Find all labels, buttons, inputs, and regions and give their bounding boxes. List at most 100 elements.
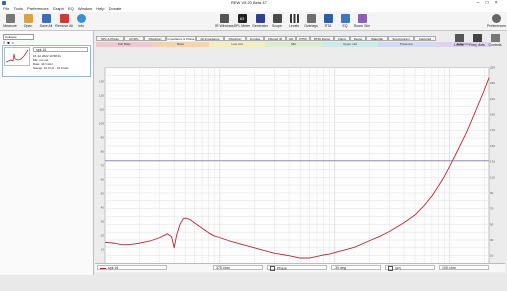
rta-button[interactable]: RTA: [319, 13, 337, 30]
tab-rt60[interactable]: RT60: [296, 36, 310, 41]
tab-spectrogram[interactable]: Spectrogram: [388, 36, 414, 41]
legend-item-spk16[interactable]: spk 16: [97, 265, 167, 270]
y-tick-label-left: 40: [101, 206, 105, 210]
y-tick-label-right: 130: [490, 160, 495, 164]
y-tick-label-right: 50: [490, 222, 494, 226]
graph-tabs: SPL & Phase All SPL Distortion Impedance & …: [96, 36, 491, 41]
spl-meter-icon: 83: [237, 14, 247, 23]
frequency-bands: Sub Bass Bass Low mid Mid Upper mid Presence B…: [96, 42, 491, 47]
y-tick-label-right: 230: [490, 81, 495, 85]
plot-background: [104, 67, 490, 264]
scope-button[interactable]: Scope: [268, 13, 286, 30]
tab-spl-phase[interactable]: SPL & Phase: [96, 36, 124, 41]
measurements-panel: Collapse ≡■× spk 16 15 Jul 2022 10:58:11…: [0, 31, 94, 275]
room-sim-icon: [357, 14, 367, 23]
y-tick-label-right: 250: [490, 66, 495, 70]
open-button[interactable]: Open: [19, 13, 37, 30]
tab-rt60-decay[interactable]: RT60 Decay: [310, 36, 334, 41]
room-sim-button[interactable]: Room Sim: [353, 13, 371, 30]
levels-button[interactable]: Levels: [285, 13, 303, 30]
rta-icon: [323, 14, 333, 23]
app-logo-icon: [2, 1, 6, 5]
tab-gd[interactable]: GD: [286, 36, 296, 41]
tab-distortion[interactable]: Distortion: [224, 36, 246, 41]
band-low-mid: Low mid: [208, 42, 266, 47]
legend-value-impedance: 375 ohm: [213, 265, 263, 270]
save-all-button[interactable]: Save All: [37, 13, 55, 30]
tab-impulse[interactable]: Impulse: [246, 36, 264, 41]
series-swatch: [100, 267, 106, 269]
y-tick-label-left: 60: [101, 178, 105, 182]
remove-all-icon: [59, 14, 69, 23]
y-tick-label-left: 70: [101, 164, 105, 168]
y-tick-label-left: 30: [101, 220, 105, 224]
band-bass: Bass: [152, 42, 209, 47]
tab-clarity[interactable]: Clarity: [334, 36, 350, 41]
graph-area: SPL & Phase All SPL Distortion Impedance & …: [94, 31, 507, 275]
remove-all-button[interactable]: Remove All: [55, 13, 73, 30]
tab-all-impedance[interactable]: All Impedance: [196, 36, 224, 41]
tab-distortion[interactable]: Distortion: [144, 36, 166, 41]
overlays-button[interactable]: Overlays: [302, 13, 320, 30]
measure-icon: [5, 14, 15, 23]
limits-button[interactable]: Limits: [450, 34, 468, 49]
spl-checkbox[interactable]: [388, 266, 393, 271]
eq-button[interactable]: EQ: [336, 13, 354, 30]
eq-icon: [340, 14, 350, 23]
legend-bar: spk 16 375 ohm Phase -30 deg SPL 100 ohm: [95, 263, 505, 272]
band-mid: Mid: [265, 42, 322, 47]
tab-all-spl[interactable]: All SPL: [124, 36, 144, 41]
y-tick-label-left: 110: [99, 108, 104, 112]
y-tick-label-right: 110: [490, 175, 495, 179]
y-tick-label-right: 190: [490, 113, 495, 117]
y-tick-label-left: 80: [101, 150, 105, 154]
tab-filtered-ir[interactable]: Filtered IR: [264, 36, 286, 41]
y-tick-label-right: 70: [490, 207, 494, 211]
generator-button[interactable]: Generator: [251, 13, 269, 30]
y-tick-label-left: 20: [101, 234, 105, 238]
generator-icon: [255, 14, 265, 23]
save-icon: [41, 14, 51, 23]
legend-item-phase[interactable]: Phase: [267, 265, 327, 271]
measurement-sweep: Sweep: 10.0 Hz - 22.0 kHz: [33, 66, 69, 70]
spl-meter-button[interactable]: 83 SPL Meter: [233, 13, 251, 30]
y-tick-label-left: 120: [99, 94, 104, 98]
measurement-name-field[interactable]: spk 16: [33, 47, 88, 52]
measure-button[interactable]: Measure: [1, 13, 19, 30]
y-tick-label-right: 10: [490, 254, 494, 258]
controls-icon: [490, 34, 500, 42]
y-tick-label-right: 90: [490, 191, 494, 195]
main-toolbar: Measure Open Save All Remove All Info IR…: [0, 12, 507, 31]
y-tick-label-left: 10: [101, 248, 105, 252]
measurement-thumbnail: [4, 47, 30, 66]
y-tick-label-left: 90: [101, 136, 105, 140]
legend-value-spl: 100 ohm: [439, 265, 489, 270]
y-tick-label-right: 210: [490, 97, 495, 101]
measurement-card[interactable]: spk 16 15 Jul 2022 10:58:11 Mic: not set…: [2, 45, 91, 77]
legend-item-spl[interactable]: SPL: [385, 265, 435, 271]
freq-axis-icon: [472, 34, 482, 42]
preferences-icon: [491, 14, 501, 23]
ir-windows-button[interactable]: IR Windows: [215, 13, 234, 30]
tab-decay[interactable]: Decay: [350, 36, 366, 41]
band-upper-mid: Upper mid: [321, 42, 379, 47]
tab-waterfall[interactable]: Waterfall: [366, 36, 388, 41]
y-tick-label-right: 170: [490, 128, 495, 132]
band-sub-bass: Sub Bass: [96, 42, 153, 47]
freq-axis-button[interactable]: Freq. Axis: [468, 34, 486, 49]
tab-captured[interactable]: Captured: [414, 36, 436, 41]
graph-controls: Limits Freq. Axis Controls: [450, 33, 507, 51]
phase-checkbox[interactable]: [270, 266, 275, 271]
open-icon: [23, 14, 33, 23]
limits-icon: [454, 34, 464, 42]
y-tick-label-left: 100: [99, 122, 104, 126]
levels-icon: [289, 14, 299, 23]
y-tick-label-left: 130: [99, 80, 104, 84]
info-button[interactable]: Info: [72, 13, 90, 30]
preferences-button[interactable]: Preferences: [487, 13, 506, 30]
controls-button[interactable]: Controls: [486, 34, 504, 49]
tab-impedance-phase[interactable]: Impedance & Phase: [166, 36, 196, 41]
overlays-icon: [306, 14, 316, 23]
legend-value-phase: -30 deg: [331, 265, 381, 270]
impedance-plot[interactable]: 10 20 30 40 50 60 70 80 90 100 110 120 130 10 30 50 70 90…: [95, 48, 499, 291]
